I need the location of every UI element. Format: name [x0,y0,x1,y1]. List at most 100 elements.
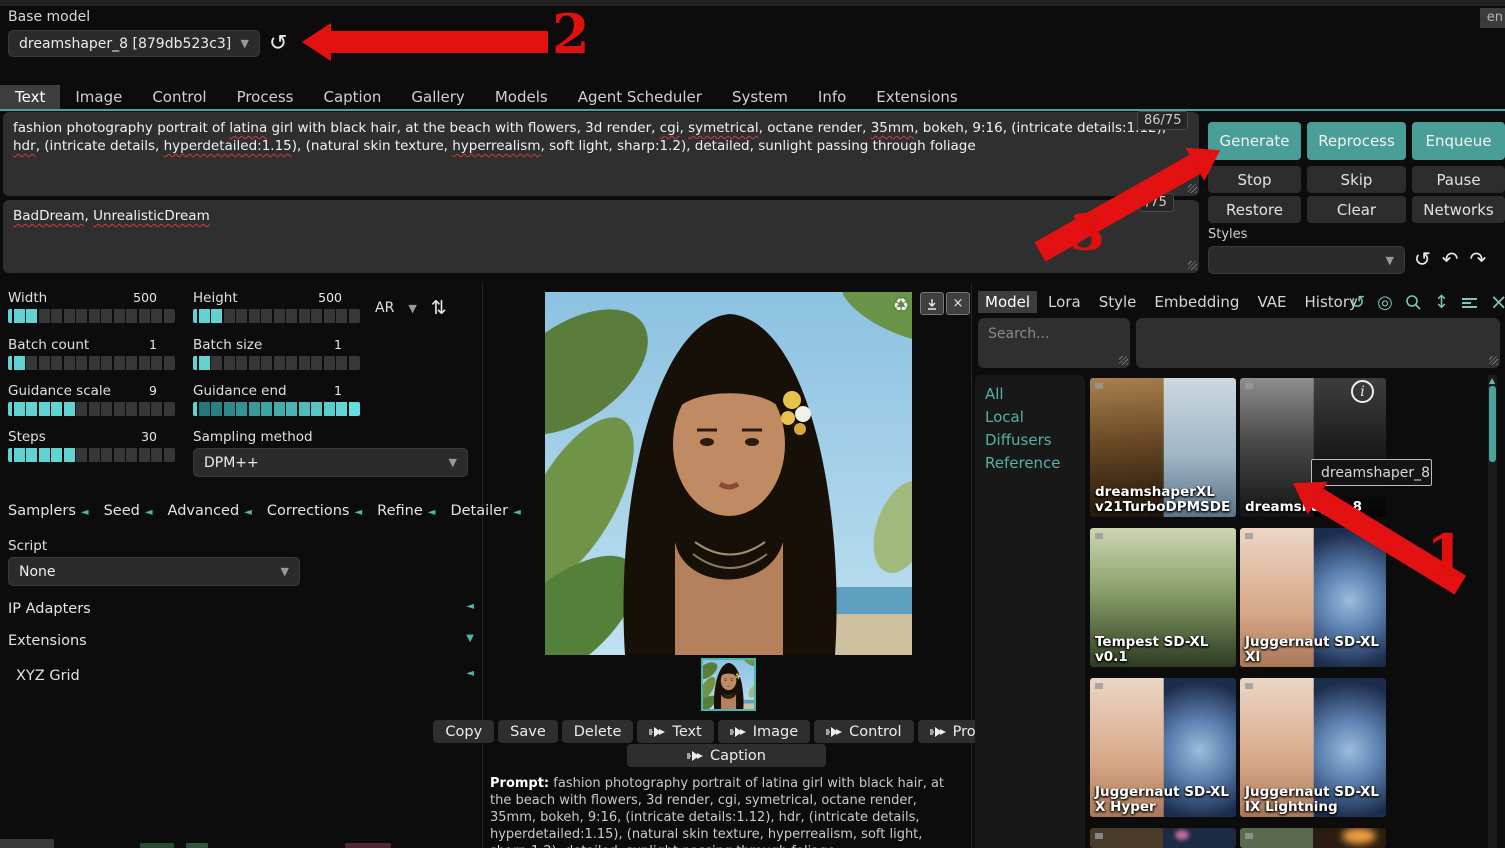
guidance-end-slider[interactable] [193,402,360,416]
steps-slider[interactable] [8,448,175,462]
height-slider[interactable] [193,309,360,323]
tab-text[interactable]: Text [0,85,60,109]
model-card[interactable]: dreamshaperXL v21TurboDPMSDE [1090,378,1236,517]
transfer-arrow-icon [687,751,703,761]
clear-button[interactable]: Clear [1307,196,1406,223]
batch-count-slider[interactable] [8,356,175,370]
tab-underline [0,109,1505,111]
accordion-seed[interactable]: Seed◄ [104,503,153,519]
sort-icon[interactable]: ↕ [1434,292,1449,313]
tab-extensions[interactable]: Extensions [861,85,972,109]
width-slider[interactable] [8,309,175,323]
send-to-caption-button[interactable]: Caption [627,744,826,767]
guidance-end-label: Guidance end [193,383,287,399]
styles-select[interactable]: ▼ [1208,246,1405,274]
category-local[interactable]: Local [985,406,1085,429]
section-extensions[interactable]: Extensions▼ [8,633,474,649]
save-button[interactable]: Save [498,720,558,743]
networks-button[interactable]: Networks [1412,196,1505,223]
category-reference[interactable]: Reference [985,452,1085,475]
category-diffusers[interactable]: Diffusers [985,429,1085,452]
steps-value: 30 [141,429,157,445]
recycle-icon[interactable]: ♻ [893,295,909,316]
reprocess-button[interactable]: Reprocess [1307,122,1406,160]
scrollbar-thumb[interactable] [1489,386,1496,462]
accordion-advanced[interactable]: Advanced◄ [168,503,252,519]
tab-control[interactable]: Control [137,85,221,109]
gallery-thumbnail[interactable] [701,658,756,711]
networks-toolbar: ↺ ◎ ↕ × [1350,290,1505,314]
download-image-button[interactable] [920,292,944,315]
send-to-control-button[interactable]: Control [814,720,913,743]
undo-icon[interactable]: ↶ [1442,247,1459,271]
resize-handle-icon[interactable] [1188,261,1197,270]
guidance-scale-slider[interactable] [8,402,175,416]
sampling-method-select[interactable]: DPM++ ▼ [193,448,468,477]
delete-button[interactable]: Delete [562,720,634,743]
model-info-icon[interactable]: i [1351,380,1374,403]
model-card-partial[interactable] [1090,828,1236,848]
tab-gallery[interactable]: Gallery [396,85,479,109]
refresh-model-icon[interactable]: ↺ [269,33,287,55]
resize-handle-icon[interactable] [1489,356,1498,365]
networks-tab-model[interactable]: Model [978,291,1037,313]
category-all[interactable]: All [985,383,1085,406]
script-select[interactable]: None ▼ [8,557,300,586]
accordion-corrections[interactable]: Corrections◄ [267,503,362,519]
cropped-ui-fragment [0,839,54,848]
chevron-down-icon: ▼ [281,565,289,578]
aspect-ratio-control[interactable]: AR ▼ ⇅ [375,297,447,319]
prompt-input[interactable]: fashion photography portrait of latina g… [3,112,1199,196]
ar-label: AR [375,300,394,316]
tab-caption[interactable]: Caption [308,85,396,109]
networks-description-input[interactable] [1136,318,1500,368]
section-ip-adapters[interactable]: IP Adapters◄ [8,601,474,617]
networks-tab-embedding[interactable]: Embedding [1147,291,1246,313]
refresh-styles-icon[interactable]: ↺ [1414,247,1431,271]
generated-image[interactable] [545,292,912,655]
skip-button[interactable]: Skip [1307,166,1406,193]
batch-size-slider[interactable] [193,356,360,370]
tab-agent-scheduler[interactable]: Agent Scheduler [563,85,717,109]
download-icon [926,298,938,310]
networks-tab-lora[interactable]: Lora [1041,291,1088,313]
accordion-detailer[interactable]: Detailer◄ [450,503,520,519]
send-to-text-button[interactable]: Text [637,720,713,743]
copy-button[interactable]: Copy [433,720,494,743]
networks-search-input[interactable]: Search... [978,318,1130,368]
search-icon[interactable] [1405,294,1422,311]
refresh-networks-icon[interactable]: ↺ [1350,292,1365,313]
redo-icon[interactable]: ↷ [1470,247,1487,271]
networks-tab-style[interactable]: Style [1092,291,1144,313]
base-model-select[interactable]: dreamshaper_8 [879db523c3] ▼ [8,30,260,57]
negative-prompt-input[interactable]: BadDream, UnrealisticDream [3,200,1199,273]
view-list-icon[interactable] [1461,296,1478,309]
networks-tab-vae[interactable]: VAE [1250,291,1293,313]
scan-icon[interactable]: ◎ [1377,292,1393,313]
guidance-scale-label: Guidance scale [8,383,111,399]
close-image-button[interactable]: × [946,292,970,315]
model-card-partial[interactable] [1240,828,1386,848]
model-card[interactable]: Tempest SD-XL v0.1 [1090,528,1236,667]
card-type-icon [1095,533,1103,539]
annotation-number-1: 1 [1426,522,1466,590]
send-to-image-button[interactable]: Image [718,720,810,743]
tab-image[interactable]: Image [60,85,137,109]
pause-button[interactable]: Pause [1412,166,1505,193]
model-card[interactable]: Juggernaut SD-XL IX Lightning [1240,678,1386,817]
tab-info[interactable]: Info [803,85,861,109]
accordion-refine[interactable]: Refine◄ [377,503,435,519]
scroll-up-icon[interactable]: ▲ [1489,376,1495,385]
accordion-samplers[interactable]: Samplers◄ [8,503,89,519]
tab-system[interactable]: System [717,85,803,109]
swap-dimensions-icon[interactable]: ⇅ [431,297,447,319]
enqueue-button[interactable]: Enqueue [1412,122,1505,160]
tab-process[interactable]: Process [222,85,309,109]
language-badge: en [1480,8,1505,28]
section-xyz-grid[interactable]: XYZ Grid◄ [16,668,474,684]
tab-models[interactable]: Models [480,85,563,109]
restore-button[interactable]: Restore [1208,196,1301,223]
close-panel-icon[interactable]: × [1490,290,1505,314]
resize-handle-icon[interactable] [1119,356,1128,365]
model-card[interactable]: Juggernaut SD-XL X Hyper [1090,678,1236,817]
